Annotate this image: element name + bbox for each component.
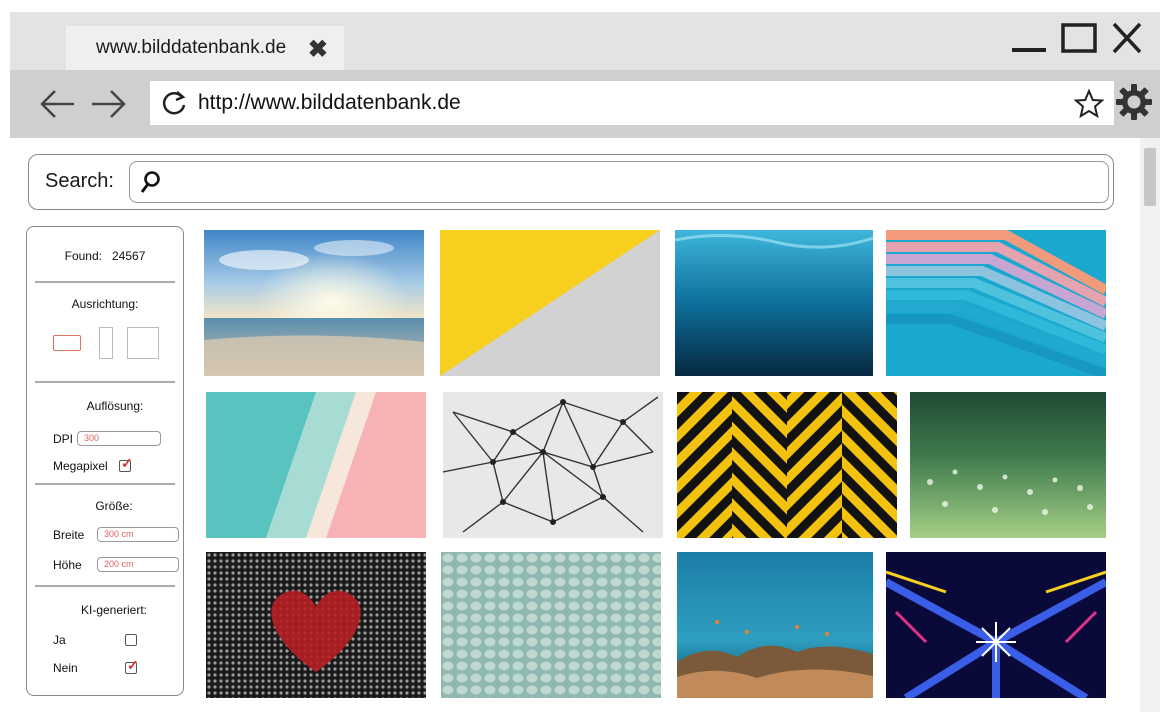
divider <box>35 483 175 485</box>
close-icon[interactable] <box>1110 18 1144 58</box>
ai-title: KI-generiert: <box>80 603 148 617</box>
check-icon: ✓ <box>127 657 139 673</box>
resolution-title: Auflösung: <box>86 399 144 413</box>
browser-window: www.bilddatenbank.de ✖ http://www.bildda… <box>0 0 1160 712</box>
orientation-portrait-option[interactable] <box>99 327 113 359</box>
orientation-title: Ausrichtung: <box>71 297 139 311</box>
height-input[interactable]: 200 cm <box>97 557 179 572</box>
found-label: Found: <box>64 249 102 263</box>
beach-sunset-image <box>204 230 424 376</box>
pastel-stripes-image <box>206 392 426 538</box>
check-icon: ✓ <box>121 455 133 471</box>
ai-no-row: Nein ✓ <box>53 657 139 675</box>
browser-tab[interactable]: www.bilddatenbank.de ✖ <box>66 26 344 70</box>
image-thumbnail-pebbles[interactable] <box>441 552 661 698</box>
image-thumbnail-green-meadow[interactable] <box>910 392 1106 538</box>
megapixel-checkbox[interactable]: ✓ <box>119 455 133 472</box>
orientation-square-option[interactable] <box>127 327 159 359</box>
gear-icon[interactable] <box>1114 82 1154 122</box>
search-label: Search: <box>45 170 114 192</box>
width-label: Breite <box>53 527 85 542</box>
url-text: http://www.bilddatenbank.de <box>198 91 461 114</box>
dpi-row: DPI 300 <box>53 431 161 446</box>
layered-gradient-image <box>886 230 1106 376</box>
height-row: Höhe 200 cm <box>53 557 179 572</box>
divider <box>35 585 175 587</box>
scrollbar-thumb[interactable] <box>1144 148 1156 206</box>
image-thumbnail-coral-reef[interactable] <box>677 552 873 698</box>
address-bar: http://www.bilddatenbank.de <box>10 70 1160 138</box>
image-thumbnail-heart-pins[interactable] <box>206 552 426 698</box>
search-bar: Search: <box>28 154 1114 210</box>
ai-no-checkbox[interactable]: ✓ <box>125 657 139 674</box>
tab-title: www.bilddatenbank.de <box>96 37 287 58</box>
ai-yes-checkbox[interactable] <box>125 634 137 646</box>
dpi-label: DPI <box>53 431 74 446</box>
divider <box>35 381 175 383</box>
filter-sidebar: Found: 24567 Ausrichtung: Auflösung: DPI… <box>26 226 184 696</box>
width-input[interactable]: 300 cm <box>97 527 179 542</box>
page-content: Search: Found: 24567 Ausrichtung: Auflös… <box>10 138 1140 712</box>
underwater-blue-image <box>675 230 873 376</box>
image-thumbnail-yellow-black-chevron[interactable] <box>677 392 897 538</box>
megapixel-row: Megapixel ✓ <box>53 455 133 473</box>
tab-bar: www.bilddatenbank.de ✖ <box>10 12 1160 70</box>
star-icon[interactable] <box>1074 89 1104 119</box>
page-scrollbar[interactable] <box>1140 138 1160 712</box>
window-controls <box>1010 18 1144 58</box>
minimize-icon[interactable] <box>1010 18 1050 58</box>
image-thumbnail-beach[interactable] <box>204 230 424 376</box>
found-count: 24567 <box>112 249 146 263</box>
forward-arrow-icon[interactable] <box>88 86 128 122</box>
image-thumbnail-wire-network[interactable] <box>443 392 663 538</box>
ai-yes-label: Ja <box>53 633 66 647</box>
image-thumbnail-underwater[interactable] <box>675 230 873 376</box>
found-summary: Found: 24567 <box>27 249 183 263</box>
yellow-grey-diagonal-image <box>440 230 660 376</box>
orientation-landscape-option[interactable] <box>53 335 81 351</box>
wire-network-image <box>443 392 663 538</box>
reload-icon[interactable] <box>160 89 188 117</box>
image-thumbnail-yellow-grey[interactable] <box>440 230 660 376</box>
green-meadow-image <box>910 392 1106 538</box>
height-label: Höhe <box>53 557 82 572</box>
image-thumbnail-neon-structure[interactable] <box>886 552 1106 698</box>
neon-structure-image <box>886 552 1106 698</box>
ai-yes-row: Ja <box>53 633 137 647</box>
divider <box>35 281 175 283</box>
search-input[interactable] <box>129 161 1109 203</box>
search-icon <box>140 171 160 193</box>
pebbles-image <box>441 552 661 698</box>
yellow-black-chevron-image <box>677 392 897 538</box>
ai-no-label: Nein <box>53 661 78 675</box>
size-title: Größe: <box>95 499 133 513</box>
url-bar[interactable]: http://www.bilddatenbank.de <box>150 81 1114 125</box>
megapixel-label: Megapixel <box>53 459 108 473</box>
dpi-input[interactable]: 300 <box>77 431 161 446</box>
image-thumbnail-layered-gradient[interactable] <box>886 230 1106 376</box>
maximize-icon[interactable] <box>1060 18 1100 58</box>
image-thumbnail-pastel-stripes[interactable] <box>206 392 426 538</box>
back-arrow-icon[interactable] <box>38 86 78 122</box>
coral-reef-image <box>677 552 873 698</box>
width-row: Breite 300 cm <box>53 527 179 542</box>
heart-pins-image <box>206 552 426 698</box>
tab-close-icon[interactable]: ✖ <box>308 35 328 64</box>
